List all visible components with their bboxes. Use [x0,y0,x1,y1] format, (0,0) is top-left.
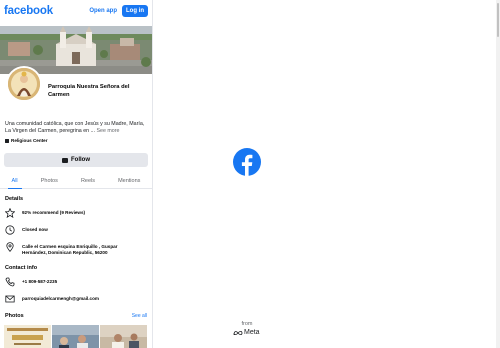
see-more-link[interactable]: See more [97,128,120,134]
scrollbar-thumb[interactable] [497,3,499,37]
photos-header: Photos See all [0,313,152,319]
top-bar: facebook Open app Log in [0,0,152,22]
photo-thumbnail[interactable] [100,325,147,348]
meta-label: Meta [244,329,260,336]
tab-all[interactable]: All [7,173,22,189]
email-row[interactable]: parroquiadelcarmengh@gmail.com [0,294,152,304]
facebook-logo[interactable]: facebook [4,5,53,17]
meta-logo-icon [233,330,243,335]
location-pin-icon [6,242,14,253]
page-title: Parroquia Nuestra Señora del Carmen [48,84,130,98]
photo-thumbnail-1 [4,325,51,348]
from-label: from [241,321,253,327]
top-bar-actions: Open app Log in [89,5,148,17]
recommend-row: 92% recommend (9 Reviews) [0,208,152,219]
tab-mentions[interactable]: Mentions [114,173,144,189]
status-text: Closed now [22,227,48,233]
login-button[interactable]: Log in [122,5,148,17]
follow-label: Follow [71,157,90,164]
mobile-page-column: facebook Open app Log in Parroquia Nuest… [0,0,153,348]
phone-icon [5,278,15,287]
page-description: Una comunidad católica, que con Jesús y … [0,121,152,135]
page-category: Religious Center [0,138,152,143]
mail-icon [5,296,15,303]
status-row: Closed now [0,225,152,236]
contact-heading: Contact info [5,265,38,272]
facebook-icon [233,148,261,176]
recommend-text: 92% recommend (9 Reviews) [22,210,86,216]
open-app-link[interactable]: Open app [89,8,117,14]
address-row: Calle el Carmen esquina Enriquillo , Gus… [0,242,152,256]
photo-thumbnail[interactable] [4,325,51,348]
avatar[interactable] [6,66,42,102]
profile-header: Parroquia Nuestra Señora del Carmen [0,66,152,116]
photos-heading: Photos [5,313,24,320]
meta-branding: Meta [233,329,260,336]
phone-row[interactable]: +1 809-587-2235 [0,277,152,287]
clock-icon [5,225,15,236]
virgin-carmen-image [8,68,40,100]
tab-photos[interactable]: Photos [37,173,62,189]
photo-thumbnail-2 [52,325,99,348]
briefcase-icon [5,139,9,143]
photo-thumbnails [0,325,152,348]
tab-reels[interactable]: Reels [77,173,99,189]
address-text: Calle el Carmen esquina Enriquillo , Gus… [22,244,118,256]
category-label: Religious Center [11,138,48,144]
page-tabs: All Photos Reels Mentions [0,173,152,190]
follow-button[interactable]: Follow [4,153,148,168]
email-text: parroquiadelcarmengh@gmail.com [22,296,99,302]
photo-thumbnail[interactable] [52,325,99,348]
photo-thumbnail-3 [100,325,147,348]
details-heading: Details [5,196,24,203]
scrollbar[interactable] [496,0,500,348]
star-icon [5,208,15,219]
see-all-link[interactable]: See all [132,313,147,319]
phone-text: +1 809-587-2235 [22,279,58,285]
description-text: Una comunidad católica, que con Jesús y … [5,121,145,135]
follow-icon [62,157,68,163]
